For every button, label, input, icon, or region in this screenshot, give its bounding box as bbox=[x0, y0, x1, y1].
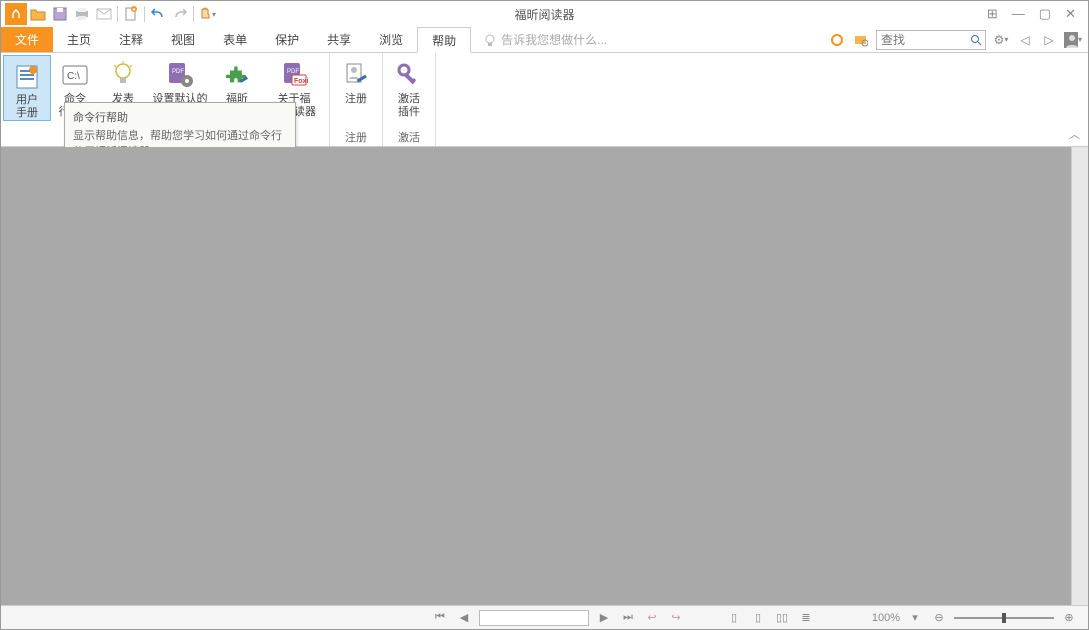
continuous-icon[interactable]: ▯ bbox=[749, 609, 767, 627]
user-manual-icon bbox=[11, 60, 43, 92]
svg-text:C:\: C:\ bbox=[67, 71, 80, 82]
key-icon bbox=[393, 59, 425, 91]
search-box[interactable] bbox=[876, 30, 986, 50]
tell-me-input[interactable]: 告诉我您想做什么... bbox=[483, 27, 607, 52]
bulb-icon bbox=[107, 59, 139, 91]
collapse-ribbon-icon[interactable]: ︿ bbox=[1069, 126, 1080, 142]
foxit-logo-icon: PDF Foxit bbox=[278, 59, 310, 91]
sync-icon[interactable] bbox=[828, 31, 846, 49]
ribbon-group-activate: 激活 插件 激活 bbox=[383, 53, 436, 146]
new-file-icon[interactable]: ★ bbox=[120, 3, 142, 25]
tab-view[interactable]: 视图 bbox=[157, 27, 209, 52]
user-manual-label: 用户 手册 bbox=[16, 94, 38, 120]
ribbon-group-register: 注册 注册 bbox=[330, 53, 383, 146]
group-label-activate: 激活 bbox=[398, 128, 420, 146]
svg-text:★: ★ bbox=[132, 7, 137, 13]
folder-search-icon[interactable] bbox=[852, 31, 870, 49]
register-label: 注册 bbox=[345, 93, 367, 106]
page-nav: ⏮ ◀ ▶ ⏭ ↩ ↪ bbox=[431, 609, 685, 627]
quick-access-toolbar: ★ ▾ bbox=[1, 3, 218, 25]
register-icon bbox=[340, 59, 372, 91]
titlebar: ★ ▾ 福昕阅读器 ⊞ — ▢ ✕ bbox=[1, 1, 1088, 27]
svg-text:PDF: PDF bbox=[287, 69, 299, 75]
maximize-icon[interactable]: ▢ bbox=[1039, 6, 1051, 22]
redo-icon[interactable] bbox=[169, 3, 191, 25]
tab-home[interactable]: 主页 bbox=[53, 27, 105, 52]
prev-page-icon[interactable]: ◀ bbox=[455, 609, 473, 627]
gear-icon[interactable]: ⚙▾ bbox=[992, 31, 1010, 49]
tab-form[interactable]: 表单 bbox=[209, 27, 261, 52]
user-avatar[interactable]: ▾ bbox=[1064, 31, 1082, 49]
zoom-in-icon[interactable]: ⊕ bbox=[1060, 609, 1078, 627]
next-page-icon[interactable]: ▶ bbox=[595, 609, 613, 627]
status-bar: ⏮ ◀ ▶ ⏭ ↩ ↪ ▯ ▯ ▯▯ ≣ 100% ▾ ⊖ ⊕ bbox=[1, 605, 1088, 629]
svg-text:PDF: PDF bbox=[172, 69, 184, 75]
puzzle-icon bbox=[221, 59, 253, 91]
search-icon[interactable] bbox=[967, 31, 985, 49]
zoom-value: 100% bbox=[872, 612, 900, 624]
tab-share[interactable]: 共享 bbox=[313, 27, 365, 52]
nav-back-icon[interactable]: ↩ bbox=[643, 609, 661, 627]
single-page-icon[interactable]: ▯ bbox=[725, 609, 743, 627]
close-icon[interactable]: ✕ bbox=[1065, 6, 1076, 22]
hand-tool-icon[interactable]: ▾ bbox=[196, 3, 218, 25]
tooltip-title: 命令行帮助 bbox=[73, 109, 287, 125]
zoom-dropdown-icon[interactable]: ▾ bbox=[906, 609, 924, 627]
tab-file[interactable]: 文件 bbox=[1, 27, 53, 52]
user-manual-button[interactable]: 用户 手册 bbox=[3, 55, 51, 121]
nav-prev-icon[interactable]: ◁ bbox=[1016, 31, 1034, 49]
first-page-icon[interactable]: ⏮ bbox=[431, 609, 449, 627]
mail-icon[interactable] bbox=[93, 3, 115, 25]
undo-icon[interactable] bbox=[147, 3, 169, 25]
activate-button[interactable]: 激活 插件 bbox=[385, 55, 433, 119]
activate-label: 激活 插件 bbox=[398, 93, 420, 119]
cmd-help-icon: C:\ bbox=[59, 59, 91, 91]
save-icon[interactable] bbox=[49, 3, 71, 25]
group-label-register: 注册 bbox=[345, 128, 367, 146]
last-page-icon[interactable]: ⏭ bbox=[619, 609, 637, 627]
minimize-icon[interactable]: — bbox=[1012, 6, 1025, 22]
tell-me-placeholder: 告诉我您想做什么... bbox=[501, 31, 607, 48]
zoom-controls: 100% ▾ ⊖ ⊕ bbox=[872, 609, 1088, 627]
print-icon[interactable] bbox=[71, 3, 93, 25]
app-icon[interactable] bbox=[5, 3, 27, 25]
ribbon-tabs: 文件 主页 注释 视图 表单 保护 共享 浏览 帮助 告诉我您想做什么... ⚙… bbox=[1, 27, 1088, 53]
tab-protect[interactable]: 保护 bbox=[261, 27, 313, 52]
zoom-slider[interactable] bbox=[954, 617, 1054, 619]
ribbon-display-options-icon[interactable]: ⊞ bbox=[987, 6, 998, 22]
document-area bbox=[1, 147, 1088, 605]
facing-icon[interactable]: ▯▯ bbox=[773, 609, 791, 627]
register-button[interactable]: 注册 bbox=[332, 55, 380, 106]
tab-browse[interactable]: 浏览 bbox=[365, 27, 417, 52]
open-icon[interactable] bbox=[27, 3, 49, 25]
window-controls: ⊞ — ▢ ✕ bbox=[987, 6, 1088, 22]
pdf-gear-icon: PDF bbox=[164, 59, 196, 91]
zoom-out-icon[interactable]: ⊖ bbox=[930, 609, 948, 627]
page-input[interactable] bbox=[479, 610, 589, 626]
window-title: 福昕阅读器 bbox=[514, 6, 574, 23]
tab-help[interactable]: 帮助 bbox=[417, 27, 471, 53]
bulb-icon bbox=[483, 33, 497, 47]
svg-text:Foxit: Foxit bbox=[294, 78, 308, 85]
tab-comment[interactable]: 注释 bbox=[105, 27, 157, 52]
continuous-facing-icon[interactable]: ≣ bbox=[797, 609, 815, 627]
nav-next-icon[interactable]: ▷ bbox=[1040, 31, 1058, 49]
nav-fwd-icon[interactable]: ↪ bbox=[667, 609, 685, 627]
search-input[interactable] bbox=[877, 33, 967, 47]
